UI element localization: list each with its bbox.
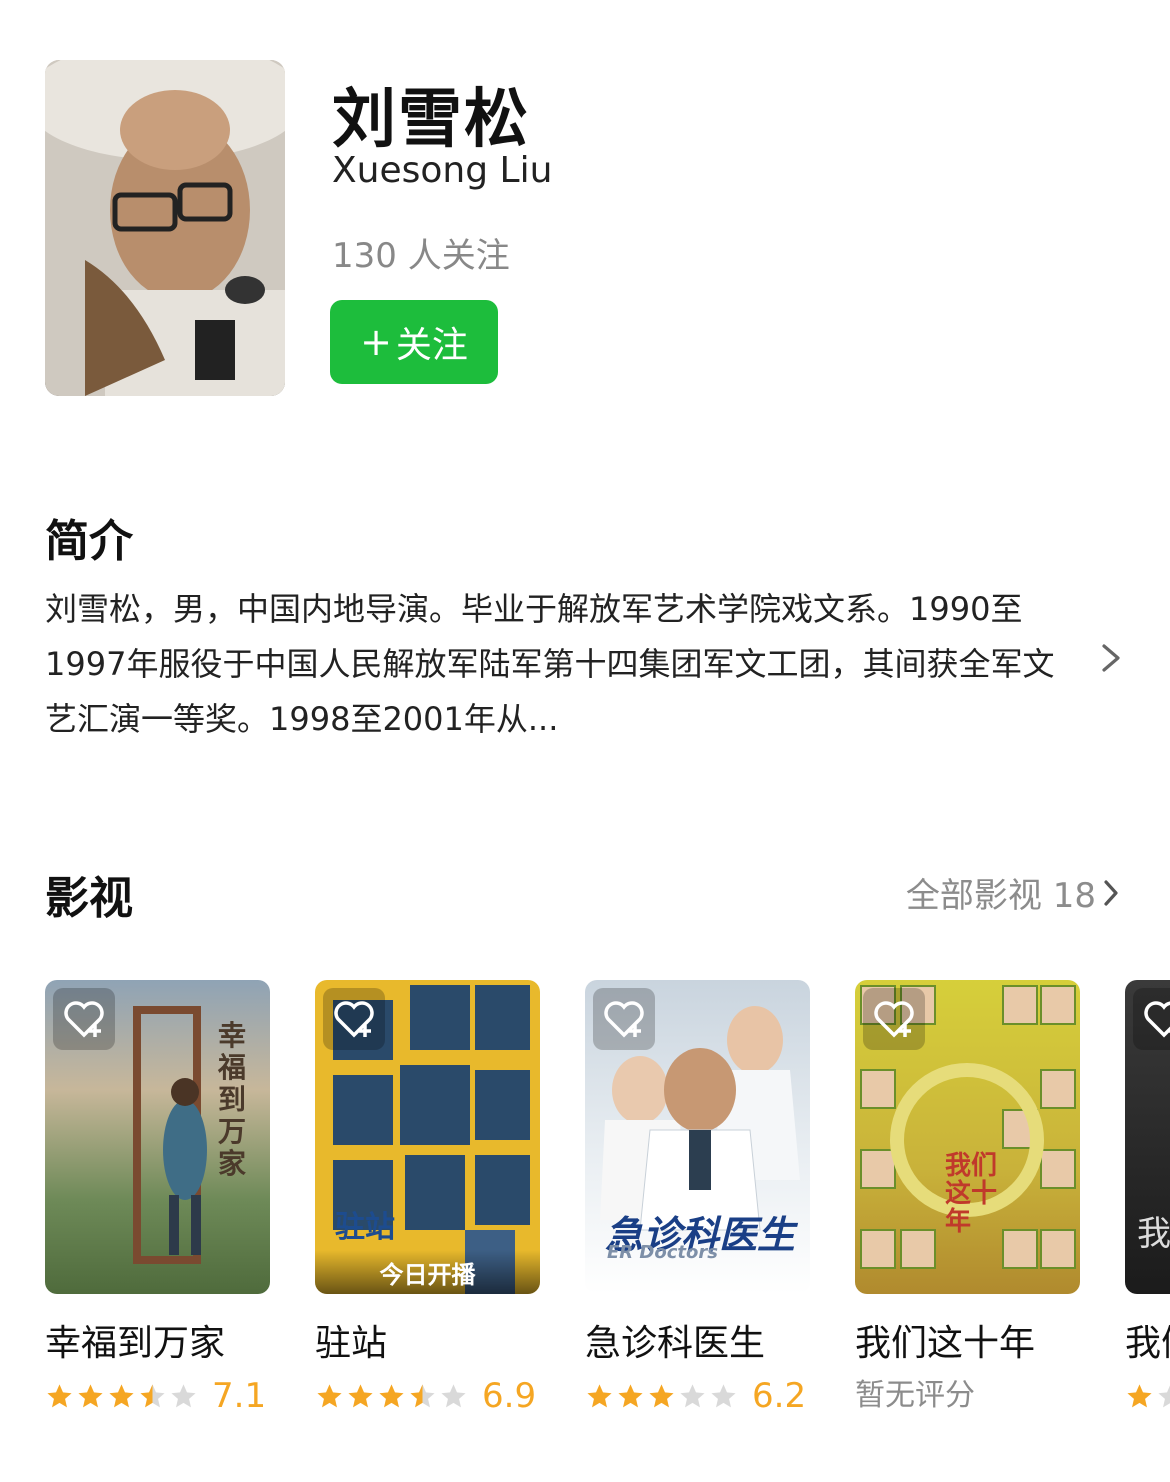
star-icon: [441, 1383, 466, 1407]
star-rating: [1125, 1382, 1170, 1411]
media-rating: [1125, 1376, 1170, 1416]
media-rating: 6.2: [585, 1376, 810, 1416]
star-rating: [45, 1382, 200, 1411]
heart-add-icon[interactable]: [53, 988, 115, 1050]
star-icon: [711, 1383, 736, 1407]
poster-title: 幸福到万家: [218, 1019, 247, 1180]
poster-subtitle: ER Doctors: [607, 1242, 718, 1263]
star-icon: [78, 1383, 103, 1407]
media-rating: 6.9: [315, 1376, 540, 1416]
heart-add-icon[interactable]: [1133, 988, 1170, 1050]
follow-button[interactable]: + 关注: [330, 300, 498, 384]
heart-add-icon[interactable]: [863, 988, 925, 1050]
heart-add-icon[interactable]: [323, 988, 385, 1050]
poster-image: 我: [1125, 980, 1170, 1294]
plus-icon: +: [360, 320, 392, 364]
poster-image: 急诊科医生 ER Doctors: [585, 980, 810, 1294]
star-rating: [315, 1382, 470, 1411]
person-header: 刘雪松 Xuesong Liu 130 人关注 + 关注: [45, 60, 1125, 400]
star-icon: [1127, 1383, 1152, 1407]
star-rating: [585, 1382, 740, 1411]
heart-add-icon[interactable]: [593, 988, 655, 1050]
media-title: 我们: [1125, 1323, 1170, 1364]
star-icon: [379, 1383, 404, 1407]
media-title: 幸福到万家: [45, 1323, 226, 1364]
star-icon: [171, 1383, 196, 1407]
rating-score: 6.9: [482, 1376, 537, 1416]
no-rating-text: 暂无评分: [855, 1378, 975, 1413]
star-icon: [649, 1383, 674, 1407]
media-list: 幸福到万家 幸福到万家 7.1 驻站 今日开播 驻站 6.9 急诊科医生 ER …: [45, 980, 1170, 1420]
media-card[interactable]: 我 我们: [1125, 980, 1170, 1416]
media-card[interactable]: 驻站 今日开播 驻站 6.9: [315, 980, 540, 1416]
media-title: 急诊科医生: [585, 1323, 766, 1364]
rating-score: 6.2: [752, 1376, 807, 1416]
media-card[interactable]: 急诊科医生 ER Doctors 急诊科医生 6.2: [585, 980, 810, 1416]
chevron-right-icon[interactable]: [1096, 640, 1126, 676]
intro-text[interactable]: 刘雪松，男，中国内地导演。毕业于解放军艺术学院戏文系。1990至1997年服役于…: [45, 582, 1075, 747]
poster-title: 我们这十年: [945, 1151, 998, 1237]
star-icon: [587, 1383, 612, 1407]
poster-title: 驻站: [335, 1210, 395, 1245]
star-icon: [618, 1383, 643, 1407]
intro-section-title: 简介: [45, 516, 133, 567]
star-icon: [109, 1383, 134, 1407]
poster-image: 驻站 今日开播: [315, 980, 540, 1294]
star-icon: [680, 1383, 705, 1407]
star-icon: [410, 1383, 435, 1407]
poster-title: 我: [1137, 1214, 1170, 1254]
media-rating: 7.1: [45, 1376, 270, 1416]
all-media-label: 全部影视 18: [905, 876, 1096, 916]
media-card[interactable]: 幸福到万家 幸福到万家 7.1: [45, 980, 270, 1416]
follow-button-label: 关注: [395, 325, 468, 366]
star-icon: [1158, 1385, 1170, 1407]
media-title: 我们这十年: [855, 1323, 1036, 1364]
star-icon: [47, 1383, 72, 1407]
poster-image: 我们这十年: [855, 980, 1080, 1294]
follower-count: 130 人关注: [332, 236, 510, 276]
star-icon: [317, 1383, 342, 1407]
poster-image: 幸福到万家: [45, 980, 270, 1294]
person-photo: [45, 60, 285, 396]
rating-score: 7.1: [212, 1376, 267, 1416]
media-card[interactable]: 我们这十年 我们这十年 暂无评分: [855, 980, 1080, 1416]
airing-today-banner: 今日开播: [315, 1250, 540, 1294]
chevron-right-icon: [1104, 879, 1118, 906]
person-name: 刘雪松: [332, 83, 530, 157]
person-name-english: Xuesong Liu: [332, 150, 553, 191]
star-icon: [348, 1383, 373, 1407]
star-icon: [140, 1383, 165, 1407]
all-media-link[interactable]: 全部影视 18: [906, 868, 1120, 917]
media-title: 驻站: [315, 1323, 388, 1364]
media-section-title: 影视: [45, 873, 133, 924]
